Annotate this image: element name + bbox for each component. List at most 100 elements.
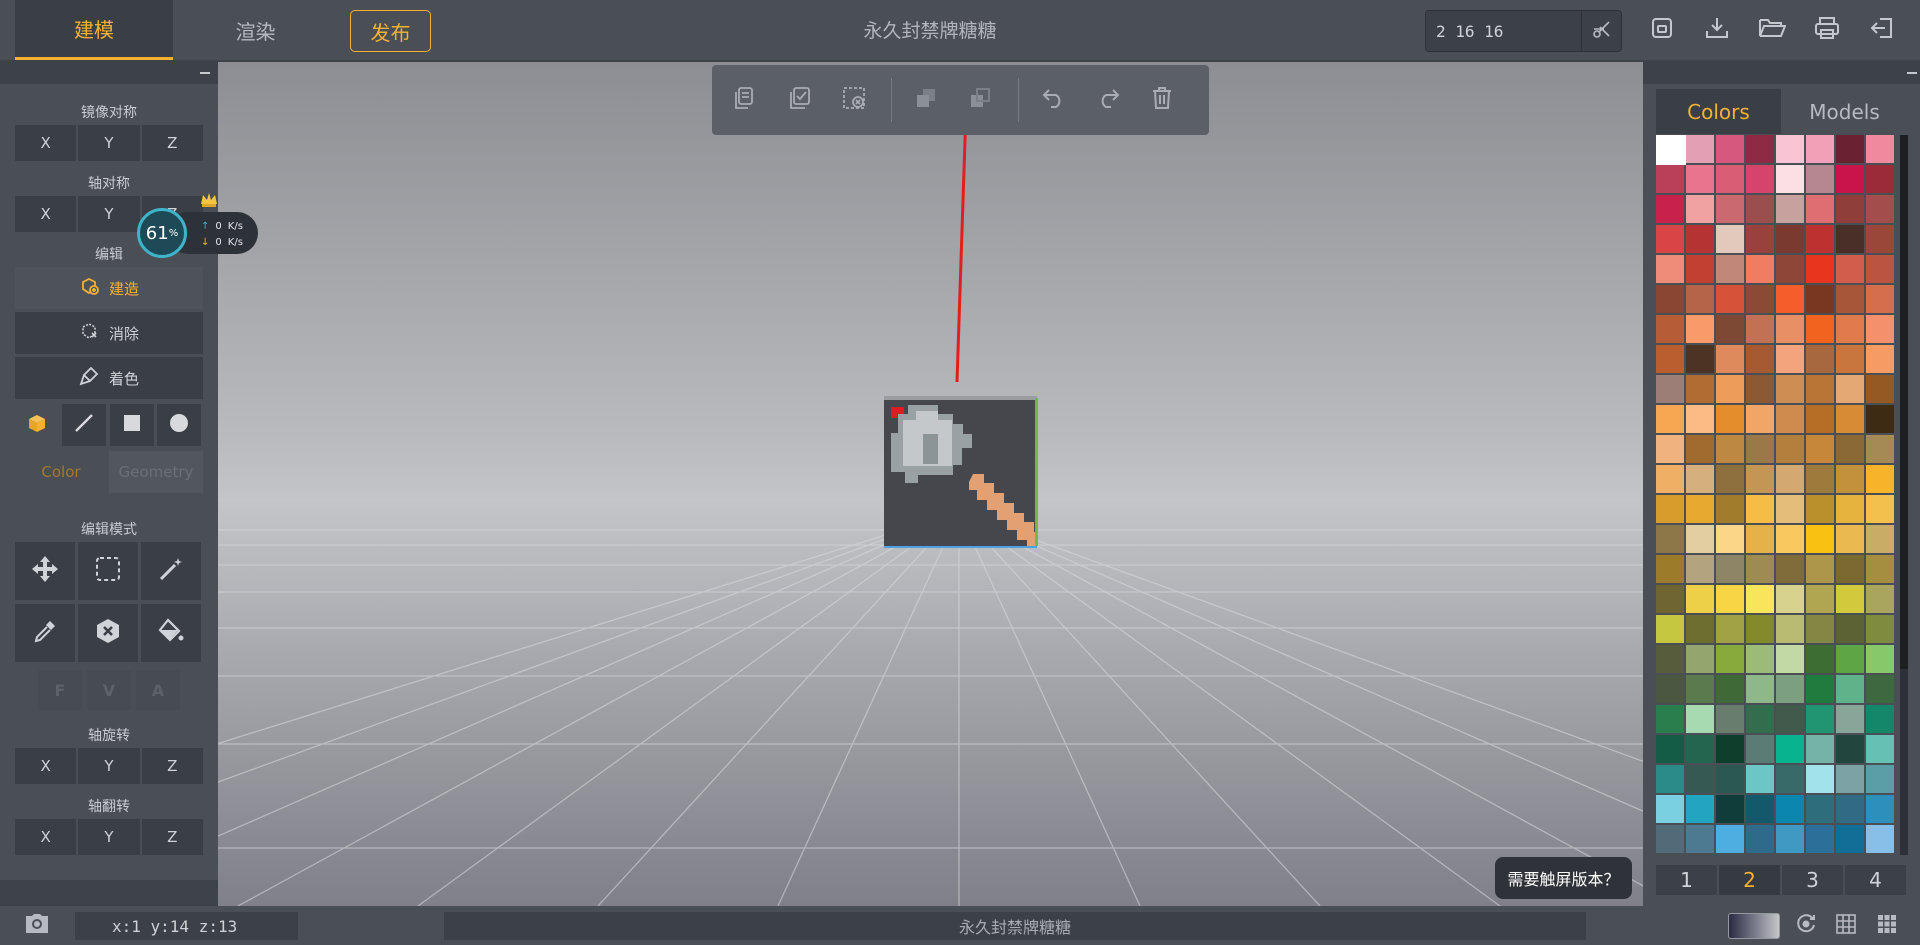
color-swatch[interactable] <box>1746 345 1774 373</box>
color-swatch[interactable] <box>1836 345 1864 373</box>
color-swatch[interactable] <box>1716 525 1744 553</box>
flip-x-button[interactable]: X <box>15 819 77 855</box>
color-swatch[interactable] <box>1746 735 1774 763</box>
color-swatch[interactable] <box>1716 255 1744 283</box>
color-swatch[interactable] <box>1776 345 1804 373</box>
color-swatch[interactable] <box>1866 735 1894 763</box>
redo-button[interactable] <box>1090 82 1126 118</box>
color-swatch[interactable] <box>1686 645 1714 673</box>
color-swatch[interactable] <box>1656 615 1684 643</box>
color-swatch[interactable] <box>1716 315 1744 343</box>
publish-button[interactable]: 发布 <box>350 10 431 52</box>
palette-page-3[interactable]: 3 <box>1782 865 1843 895</box>
color-swatch[interactable] <box>1716 345 1744 373</box>
color-swatch[interactable] <box>1836 225 1864 253</box>
color-swatch[interactable] <box>1776 615 1804 643</box>
color-swatch[interactable] <box>1716 285 1744 313</box>
color-swatch[interactable] <box>1686 345 1714 373</box>
color-swatch[interactable] <box>1806 195 1834 223</box>
face-mode-button[interactable]: F <box>38 670 82 710</box>
color-swatch[interactable] <box>1656 555 1684 583</box>
color-swatch[interactable] <box>1746 585 1774 613</box>
color-swatch[interactable] <box>1746 765 1774 793</box>
color-swatch[interactable] <box>1686 675 1714 703</box>
color-swatch[interactable] <box>1716 585 1744 613</box>
paint-bucket-button[interactable] <box>141 604 201 662</box>
color-swatch[interactable] <box>1686 795 1714 823</box>
mirror-z-button[interactable]: Z <box>141 125 203 161</box>
color-swatch[interactable] <box>1836 795 1864 823</box>
color-swatch[interactable] <box>1776 255 1804 283</box>
color-swatch[interactable] <box>1806 255 1834 283</box>
color-swatch[interactable] <box>1776 765 1804 793</box>
tab-models[interactable]: Models <box>1781 89 1908 134</box>
marquee-select-button[interactable] <box>78 542 138 600</box>
touch-version-tooltip[interactable]: 需要触屏版本？ <box>1495 857 1632 899</box>
color-swatch[interactable] <box>1686 525 1714 553</box>
color-swatch[interactable] <box>1656 135 1686 165</box>
color-swatch[interactable] <box>1806 675 1834 703</box>
color-swatch[interactable] <box>1776 405 1804 433</box>
color-swatch[interactable] <box>1686 705 1714 733</box>
color-swatch[interactable] <box>1866 165 1894 193</box>
color-swatch[interactable] <box>1686 765 1714 793</box>
color-swatch[interactable] <box>1806 135 1834 163</box>
color-swatch[interactable] <box>1686 495 1714 523</box>
color-swatch[interactable] <box>1776 195 1804 223</box>
color-swatch[interactable] <box>1656 735 1684 763</box>
color-swatch[interactable] <box>1776 735 1804 763</box>
collapse-icon[interactable] <box>198 66 212 80</box>
color-swatch[interactable] <box>1836 405 1864 433</box>
color-swatch[interactable] <box>1806 285 1834 313</box>
color-swatch[interactable] <box>1836 315 1864 343</box>
color-swatch[interactable] <box>1836 255 1864 283</box>
color-swatch[interactable] <box>1746 255 1774 283</box>
color-swatch[interactable] <box>1866 825 1894 853</box>
color-swatch[interactable] <box>1776 315 1804 343</box>
color-swatch[interactable] <box>1806 435 1834 463</box>
color-swatch[interactable] <box>1776 705 1804 733</box>
color-swatch[interactable] <box>1686 315 1714 343</box>
tab-modeling[interactable]: 建模 <box>15 0 173 60</box>
color-swatch[interactable] <box>1656 375 1684 403</box>
color-swatch[interactable] <box>1716 675 1744 703</box>
color-swatch[interactable] <box>1836 585 1864 613</box>
save-button[interactable] <box>1646 14 1678 46</box>
color-swatch[interactable] <box>1836 825 1864 853</box>
color-swatch[interactable] <box>1716 705 1744 733</box>
color-swatch[interactable] <box>1836 645 1864 673</box>
color-swatch[interactable] <box>1716 135 1744 163</box>
rotate-z-button[interactable]: Z <box>141 748 203 784</box>
flip-z-button[interactable]: Z <box>141 819 203 855</box>
color-swatch[interactable] <box>1806 405 1834 433</box>
color-swatch[interactable] <box>1776 795 1804 823</box>
color-swatch[interactable] <box>1656 495 1684 523</box>
eyedropper-button[interactable] <box>15 604 75 662</box>
color-swatch[interactable] <box>1746 615 1774 643</box>
color-swatch[interactable] <box>1806 525 1834 553</box>
color-swatch[interactable] <box>1866 405 1894 433</box>
color-swatch[interactable] <box>1686 405 1714 433</box>
color-swatch[interactable] <box>1836 495 1864 523</box>
color-swatch[interactable] <box>1686 135 1714 163</box>
move-tool-button[interactable] <box>15 542 75 600</box>
color-swatch[interactable] <box>1836 285 1864 313</box>
color-swatch[interactable] <box>1866 285 1894 313</box>
color-swatch[interactable] <box>1746 525 1774 553</box>
color-swatch[interactable] <box>1806 585 1834 613</box>
color-swatch[interactable] <box>1656 405 1684 433</box>
color-swatch[interactable] <box>1776 555 1804 583</box>
cube-tool-button[interactable] <box>15 404 59 446</box>
color-swatch[interactable] <box>1836 195 1864 223</box>
color-swatch[interactable] <box>1836 705 1864 733</box>
flip-y-button[interactable]: Y <box>78 819 140 855</box>
screenshot-button[interactable] <box>22 914 52 938</box>
color-swatch[interactable] <box>1866 195 1894 223</box>
color-swatch[interactable] <box>1686 255 1714 283</box>
color-swatch[interactable] <box>1806 345 1834 373</box>
color-swatch[interactable] <box>1806 765 1834 793</box>
color-swatch[interactable] <box>1836 615 1864 643</box>
color-swatch[interactable] <box>1686 825 1714 853</box>
color-swatch[interactable] <box>1776 675 1804 703</box>
palette-page-2[interactable]: 2 <box>1719 865 1780 895</box>
